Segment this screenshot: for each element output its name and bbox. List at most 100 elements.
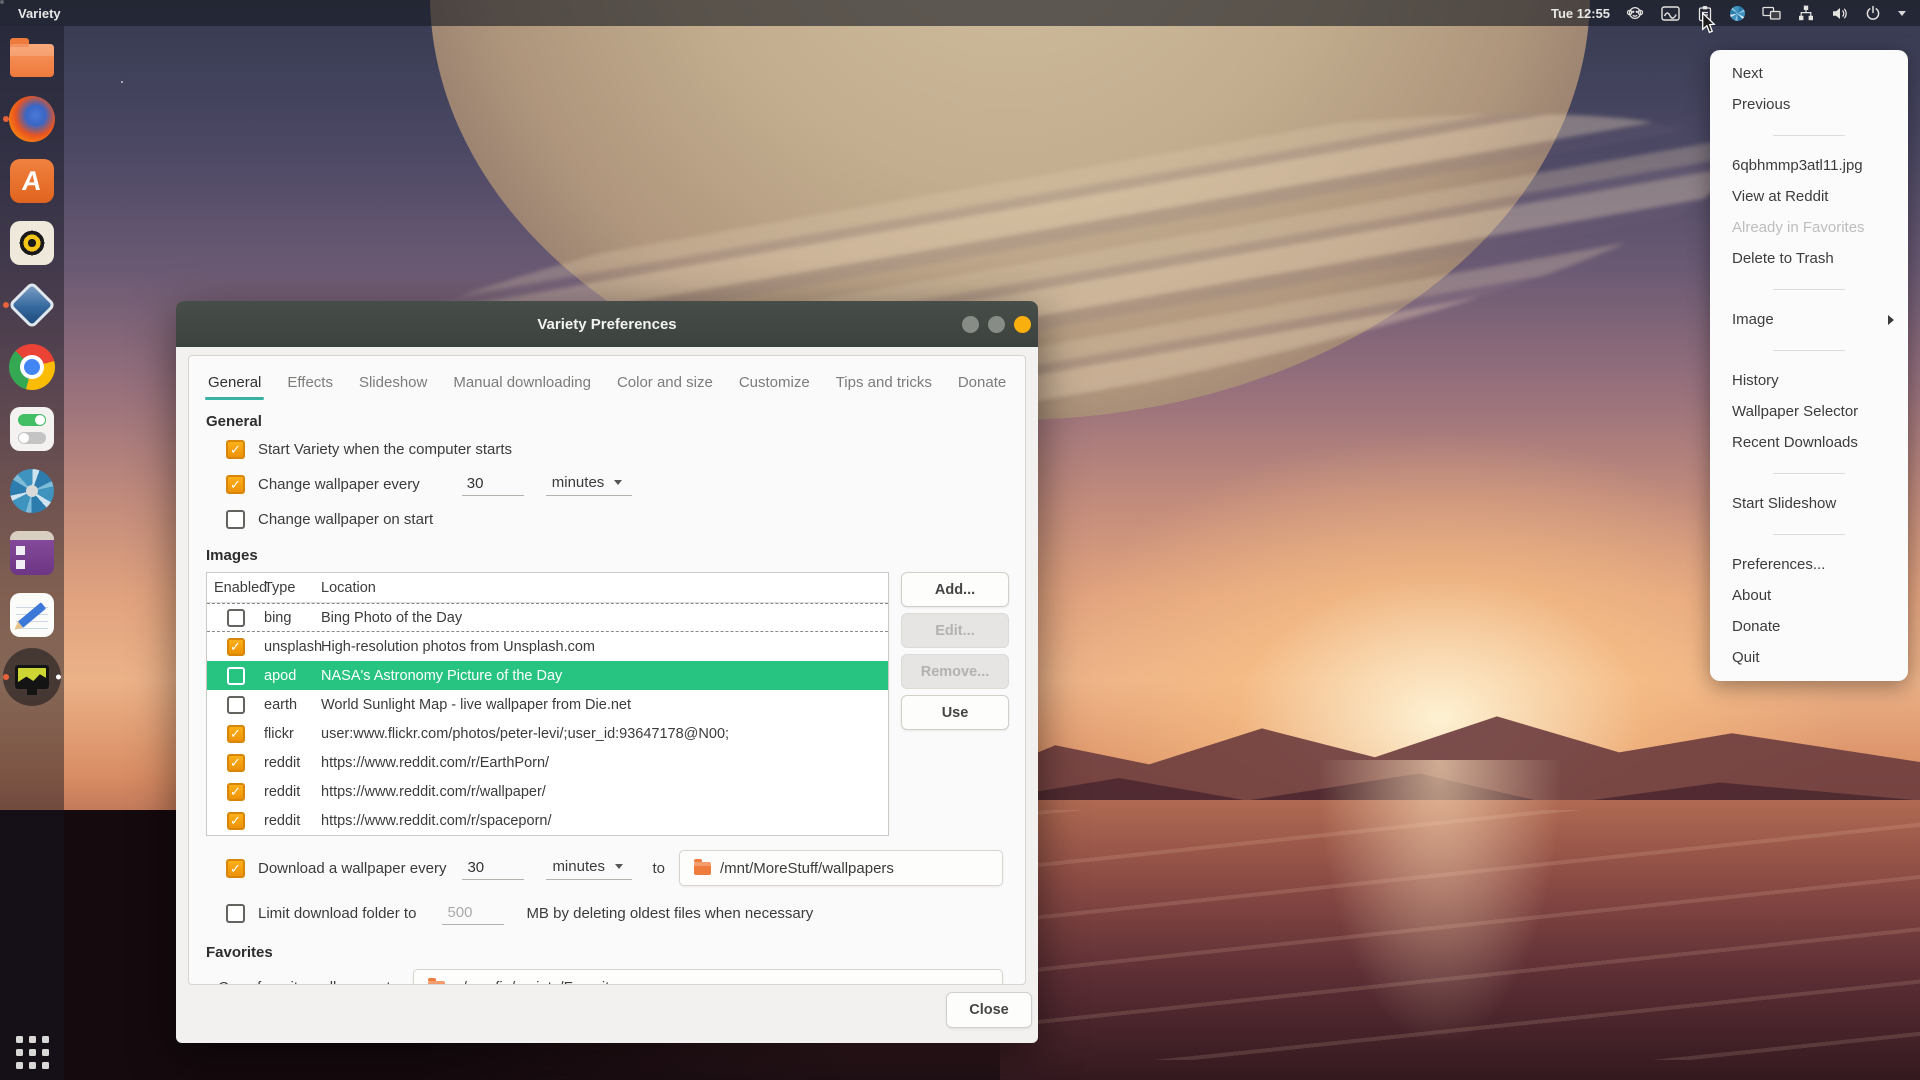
tweaks-icon [10,407,54,451]
start-variety-checkbox[interactable]: ✓ [226,440,245,459]
row-enabled-checkbox[interactable]: ✓ [227,812,245,830]
menu-item-next[interactable]: Next [1710,58,1908,89]
table-row-earth[interactable]: earthWorld Sunlight Map - live wallpaper… [207,690,888,719]
tab-manual-downloading[interactable]: Manual downloading [440,364,604,400]
row-enabled-checkbox[interactable]: ✓ [227,754,245,772]
apps-grid-icon [16,1036,49,1069]
menu-item-about[interactable]: About [1710,580,1908,611]
displays-icon[interactable] [1762,5,1781,21]
add-button[interactable]: Add... [901,572,1009,607]
network-icon[interactable] [1798,5,1814,21]
row-enabled-checkbox[interactable] [227,609,245,627]
favorites-folder-button[interactable]: ~/.config/variety/Favorites [413,969,1003,985]
clock[interactable]: Tue 12:55 [1551,6,1610,21]
minimize-button[interactable] [962,316,979,333]
use-button[interactable]: Use [901,695,1009,730]
table-row-flickr[interactable]: ✓flickruser:www.flickr.com/photos/peter-… [207,719,888,748]
row-location: https://www.reddit.com/r/EarthPorn/ [321,755,888,771]
change-on-start-checkbox[interactable] [226,510,245,529]
power-icon[interactable] [1865,5,1881,21]
menu-item-quit[interactable]: Quit [1710,642,1908,673]
close-window-button[interactable] [1014,316,1031,333]
dock-item-ubuntu-software[interactable] [0,150,64,212]
dock-item-chrome[interactable] [0,336,64,398]
menu-item-view-at-reddit[interactable]: View at Reddit [1710,181,1908,212]
change-on-start-label: Change wallpaper on start [258,511,433,528]
dock-item-firefox[interactable] [0,88,64,150]
shutter-tray-icon[interactable] [1730,6,1745,21]
table-row-reddit[interactable]: ✓reddithttps://www.reddit.com/r/EarthPor… [207,748,888,777]
maximize-button[interactable] [988,316,1005,333]
dock-item-text-editor[interactable] [0,584,64,646]
change-interval-input[interactable] [462,473,524,496]
sun-reflection [1320,760,1560,1040]
limit-checkbox[interactable] [226,904,245,923]
row-enabled-checkbox[interactable] [227,667,245,685]
tray-icons [1626,5,1906,22]
menu-item-wallpaper-selector[interactable]: Wallpaper Selector [1710,396,1908,427]
dialog-footer: Close [176,985,1038,1043]
volume-icon[interactable] [1831,6,1848,21]
row-enabled-checkbox[interactable] [227,696,245,714]
limit-size-input[interactable] [442,902,504,925]
tab-donate[interactable]: Donate [945,364,1019,400]
row-location: https://www.reddit.com/r/spaceporn/ [321,813,888,829]
row-enabled-checkbox[interactable]: ✓ [227,783,245,801]
submenu-arrow-icon [1888,315,1894,325]
chevron-down-icon[interactable] [1898,11,1906,16]
dock-item-variety[interactable] [0,646,64,708]
dock-item-rhythmbox[interactable] [0,212,64,274]
download-checkbox[interactable]: ✓ [226,859,245,878]
tab-slideshow[interactable]: Slideshow [346,364,440,400]
menu-item-start-slideshow[interactable]: Start Slideshow [1710,488,1908,519]
col-enabled: Enabled [207,580,264,596]
menu-item-recent-downloads[interactable]: Recent Downloads [1710,427,1908,458]
table-row-reddit[interactable]: ✓reddithttps://www.reddit.com/r/wallpape… [207,777,888,806]
show-applications-button[interactable] [0,1032,64,1072]
focused-app-menu[interactable]: Variety [18,6,61,21]
menu-item-donate[interactable]: Donate [1710,611,1908,642]
table-row-bing[interactable]: bingBing Photo of the Day [207,603,888,632]
menu-separator [1710,274,1908,304]
change-interval-unit-dropdown[interactable]: minutes [546,472,632,496]
mailspring-icon[interactable] [1626,5,1644,21]
dock-item-shutter[interactable] [0,460,64,522]
dock-item-terminal[interactable] [0,522,64,584]
menu-item-previous[interactable]: Previous [1710,89,1908,120]
variety-tray-icon[interactable] [1661,6,1680,21]
download-folder-button[interactable]: /mnt/MoreStuff/wallpapers [679,850,1003,886]
tab-tips-and-tricks[interactable]: Tips and tricks [823,364,945,400]
table-row-unsplash[interactable]: ✓unsplashHigh-resolution photos from Uns… [207,632,888,661]
row-location: Bing Photo of the Day [321,610,888,626]
window-titlebar[interactable]: Variety Preferences [176,301,1038,347]
dock-item-files[interactable] [0,26,64,88]
edit-button[interactable]: Edit... [901,613,1009,648]
row-type: unsplash [264,639,321,655]
table-row-apod[interactable]: apodNASA's Astronomy Picture of the Day [207,661,888,690]
menu-item-preferences[interactable]: Preferences... [1710,549,1908,580]
close-button[interactable]: Close [946,992,1032,1028]
table-row-reddit[interactable]: ✓reddithttps://www.reddit.com/r/spacepor… [207,806,888,835]
menu-item-history[interactable]: History [1710,365,1908,396]
download-interval-input[interactable] [462,857,524,880]
limit-row: Limit download folder to MB by deleting … [226,902,1025,925]
tab-color-and-size[interactable]: Color and size [604,364,726,400]
dock-item-tweaks[interactable] [0,398,64,460]
row-enabled-checkbox[interactable]: ✓ [227,638,245,656]
files-icon [10,44,54,77]
tab-customize[interactable]: Customize [726,364,823,400]
row-enabled-checkbox[interactable]: ✓ [227,725,245,743]
tab-effects[interactable]: Effects [274,364,346,400]
images-section: Enabled Type Location bingBing Photo of … [206,572,1025,836]
tab-bar: GeneralEffectsSlideshowManual downloadin… [189,356,1025,400]
menu-item-6qbhmmp3atl11-jpg[interactable]: 6qbhmmp3atl11.jpg [1710,150,1908,181]
tab-general[interactable]: General [195,364,274,400]
menu-item-already-in-favorites[interactable]: Already in Favorites [1710,212,1908,243]
menu-item-image[interactable]: Image [1710,304,1908,335]
dock-item-virtualbox[interactable] [0,274,64,336]
download-unit-dropdown[interactable]: minutes [546,856,632,880]
change-wallpaper-checkbox[interactable]: ✓ [226,475,245,494]
start-variety-label: Start Variety when the computer starts [258,441,512,458]
remove-button[interactable]: Remove... [901,654,1009,689]
menu-item-delete-to-trash[interactable]: Delete to Trash [1710,243,1908,274]
